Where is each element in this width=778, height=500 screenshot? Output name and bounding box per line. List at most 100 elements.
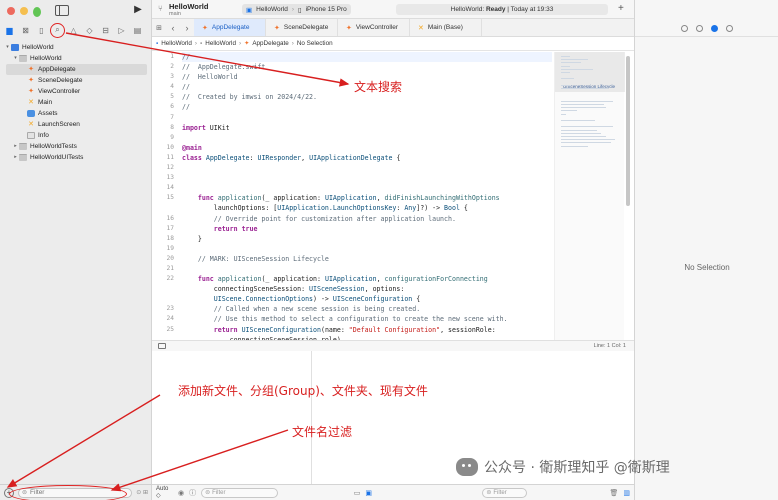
minimap-line: [561, 145, 588, 147]
console-toggle-icon[interactable]: ▭: [354, 489, 361, 497]
jump-bar-item[interactable]: HelloWorld: [161, 40, 192, 47]
file-tree-item-label: AppDelegate: [38, 66, 76, 73]
source-editor[interactable]: 1 2 3 4 5 6 7 8 9 10 11 12 13 14 15 16 17 18 19 20 21 22 23 24 2…: [152, 52, 552, 342]
file-tree-item[interactable]: ▾ HelloWorld: [0, 42, 152, 53]
filter-options-icon[interactable]: ⊙ ⊞: [136, 489, 148, 496]
console-filter-field[interactable]: ⊜ Filter: [482, 487, 527, 498]
storyboard-icon: ✕: [28, 121, 34, 128]
line-number: 23: [166, 305, 174, 313]
file-inspector-icon[interactable]: [681, 24, 688, 32]
disclosure-closed-icon[interactable]: ▸: [12, 141, 19, 152]
split-view-icon[interactable]: ▥: [623, 489, 630, 497]
identity-inspector-icon[interactable]: [726, 24, 733, 32]
source-control-tab-icon[interactable]: ⊠: [20, 25, 31, 36]
editor-tab[interactable]: ✕ Main (Base): [410, 19, 482, 36]
file-filter-input[interactable]: [30, 489, 111, 496]
code-token: Any: [404, 204, 417, 213]
code-line: // Called when a new scene session is be…: [182, 304, 552, 314]
window-controls: [7, 7, 41, 18]
jump-bar-item[interactable]: HelloWorld: [205, 40, 236, 47]
issue-navigator-warning-icon[interactable]: △: [68, 25, 79, 36]
code-lines[interactable]: //// AppDelegate.swift// HelloWorld//// …: [182, 52, 552, 342]
minimize-window-button[interactable]: [20, 7, 28, 15]
eye-icon[interactable]: ◉: [178, 489, 184, 497]
file-tree-item[interactable]: Assets: [0, 108, 152, 119]
swift-file-icon: ✦: [28, 77, 34, 84]
zoom-window-button[interactable]: [33, 7, 41, 18]
library-plus-button[interactable]: +: [618, 3, 624, 14]
file-tree-item[interactable]: Info: [0, 130, 152, 141]
file-tree-item[interactable]: ✦ ViewController: [0, 86, 152, 97]
trash-icon[interactable]: 🗑: [609, 489, 618, 497]
file-tree-item-label: LaunchScreen: [38, 121, 80, 128]
project-icon: ▪: [156, 40, 159, 47]
variables-filter-placeholder: Filter: [212, 489, 226, 496]
report-navigator-icon[interactable]: ▤: [132, 25, 143, 36]
editor-tab[interactable]: ✦ AppDelegate: [194, 19, 266, 36]
test-navigator-icon[interactable]: ◇: [84, 25, 95, 36]
file-tree-item-label: Info: [38, 132, 49, 139]
code-token: configurationForConnecting: [384, 275, 488, 284]
editor-tab[interactable]: ✦ SceneDelegate: [266, 19, 338, 36]
sidebar-toggle-icon[interactable]: [55, 5, 69, 16]
debug-area-toggle-icon[interactable]: [158, 343, 166, 349]
history-inspector-icon[interactable]: [696, 24, 703, 32]
run-icon[interactable]: ▶: [132, 4, 144, 16]
activity-status: HelloWorld: Ready | Today at 19:33: [396, 4, 608, 15]
line-number: 8: [170, 123, 174, 131]
disclosure-closed-icon[interactable]: ▸: [12, 152, 19, 163]
line-number: 20: [166, 254, 174, 262]
disclosure-open-icon[interactable]: ▾: [4, 42, 11, 53]
find-navigator-search-icon[interactable]: ⌕: [50, 22, 65, 38]
file-tree-item[interactable]: ▸ HelloWorldTests: [0, 141, 152, 152]
plist-icon: [27, 132, 35, 139]
file-tree-item[interactable]: ✦ SceneDelegate: [0, 75, 152, 86]
variables-filter-field[interactable]: ⊜ Filter: [201, 487, 279, 498]
forward-arrow-icon[interactable]: ›: [180, 23, 194, 33]
file-filter-field[interactable]: ⊜: [8, 484, 133, 500]
file-tree-item[interactable]: ✕ LaunchScreen: [0, 119, 152, 130]
add-file-button[interactable]: +: [4, 487, 14, 498]
file-tree-item[interactable]: ▾ HelloWorld: [0, 53, 152, 64]
file-tree-item[interactable]: ✕ Main: [0, 97, 152, 108]
debug-navigator-icon[interactable]: ⊟: [100, 25, 111, 36]
code-token: ]?) ->: [416, 204, 445, 213]
minimap[interactable]: UISceneSession Lifecycle: [554, 52, 625, 342]
code-token: //: [182, 103, 190, 112]
back-arrow-icon[interactable]: ‹: [166, 23, 180, 33]
file-tree-item[interactable]: ✦ AppDelegate: [6, 64, 147, 75]
debug-divider[interactable]: [311, 351, 312, 484]
related-items-grid-icon[interactable]: ⊞: [152, 24, 166, 32]
scheme-selector[interactable]: ▣ HelloWorld › ▯ iPhone 15 Pro: [242, 4, 351, 15]
close-window-button[interactable]: [7, 7, 15, 15]
watermark-text: 公众号 · 衛斯理知乎 @衛斯理: [484, 460, 670, 476]
quick-help-icon[interactable]: [711, 24, 718, 32]
project-navigator-tab-icon[interactable]: ▆: [4, 25, 15, 36]
code-token: connectingSceneSession:: [182, 285, 310, 294]
editor-tab-label: ViewController: [355, 24, 399, 31]
code-token: // Created by imwsi on 2024/4/22.: [182, 93, 317, 102]
bookmark-tab-icon[interactable]: ▯: [36, 25, 47, 36]
vertical-scrollbar[interactable]: [626, 56, 630, 206]
inspector-tabs: [635, 20, 778, 37]
app-icon: ▣: [246, 6, 253, 14]
breakpoint-navigator-icon[interactable]: ▷: [116, 25, 127, 36]
jump-bar-item[interactable]: No Selection: [297, 40, 333, 47]
code-line: // AppDelegate.swift: [182, 62, 552, 72]
line-number: 4: [170, 83, 174, 91]
disclosure-open-icon[interactable]: ▾: [12, 53, 19, 64]
code-token: launchOptions: [: [182, 204, 278, 213]
auto-variables-menu[interactable]: Auto ◇: [156, 486, 173, 499]
editor-tab[interactable]: ✦ ViewController: [338, 19, 410, 36]
file-tree-item[interactable]: ▸ HelloWorldUITests: [0, 152, 152, 163]
swift-file-icon: ✦: [346, 24, 352, 32]
line-number: 17: [166, 224, 174, 232]
jump-bar-item[interactable]: AppDelegate: [252, 40, 288, 47]
info-icon[interactable]: ⓘ: [189, 488, 196, 498]
branch-name: main: [169, 11, 181, 17]
code-token: return: [213, 224, 238, 233]
console-split-icon[interactable]: ▣: [365, 489, 372, 497]
